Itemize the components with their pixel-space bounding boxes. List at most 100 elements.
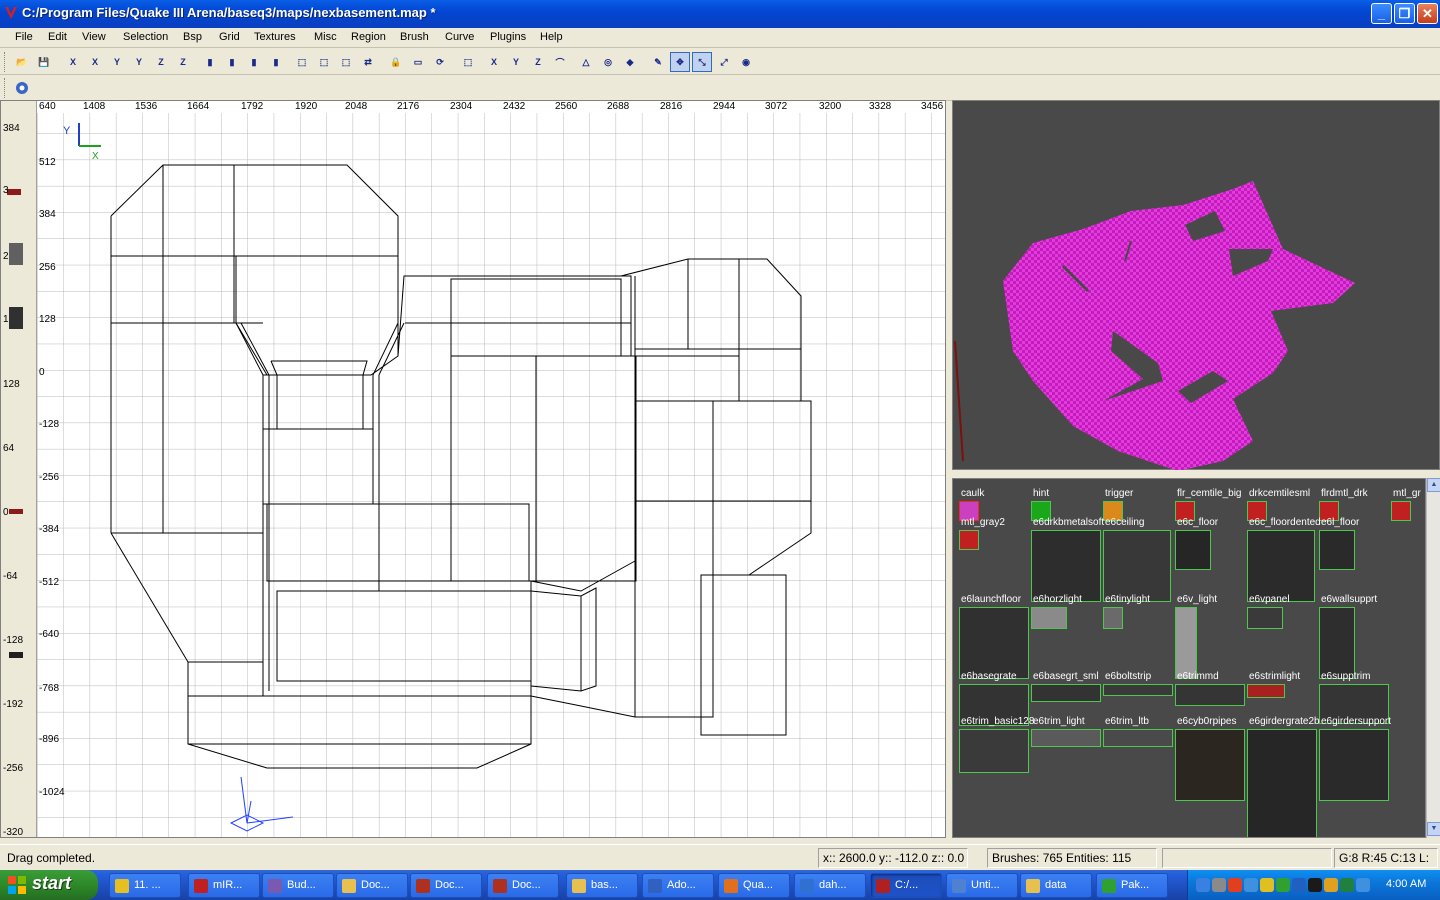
patch-cylinder-icon[interactable]: ◎ xyxy=(598,52,618,72)
texture-thumbnail[interactable] xyxy=(959,729,1029,773)
texture-thumbnail[interactable] xyxy=(1319,729,1389,801)
texture-thumbnail[interactable] xyxy=(1103,684,1173,696)
taskbar-button[interactable]: Pak... xyxy=(1096,873,1168,898)
close-button[interactable]: ✕ xyxy=(1417,3,1438,24)
texture-thumbnail[interactable] xyxy=(1103,729,1173,747)
window-titlebar[interactable]: C:/Program Files/Quake III Arena/baseq3/… xyxy=(0,0,1440,28)
texture-thumbnail[interactable] xyxy=(1247,607,1283,629)
texture-thumbnail[interactable] xyxy=(1319,530,1355,570)
tray-icon[interactable] xyxy=(1308,878,1322,892)
tray-icon[interactable] xyxy=(1196,878,1210,892)
camera-3d-view[interactable] xyxy=(952,100,1440,471)
xy-grid-view[interactable]: Y X 512 384 256 128 0 -128 -256 -384 -512 -640 -76… xyxy=(0,100,946,838)
clock[interactable]: 4:00 AM xyxy=(1386,878,1426,890)
menu-edit[interactable]: Edit xyxy=(48,31,67,43)
flip-y-icon[interactable]: Y xyxy=(107,52,127,72)
menu-selection[interactable]: Selection xyxy=(123,31,168,43)
taskbar-button[interactable]: Ado... xyxy=(642,873,714,898)
scroll-down-icon[interactable]: ▼ xyxy=(1427,822,1440,836)
menu-textures[interactable]: Textures xyxy=(254,31,296,43)
toolbar-grip[interactable] xyxy=(4,52,7,72)
taskbar-button[interactable]: Doc... xyxy=(487,873,559,898)
taskbar-button[interactable]: Bud... xyxy=(262,873,334,898)
clip-icon[interactable]: ▮ xyxy=(266,52,286,72)
texture-thumbnail[interactable] xyxy=(1247,684,1285,698)
patch-sphere-icon[interactable]: ◆ xyxy=(620,52,640,72)
flip-z-icon[interactable]: Z xyxy=(151,52,171,72)
menu-curve[interactable]: Curve xyxy=(445,31,474,43)
menu-file[interactable]: File xyxy=(15,31,33,43)
view-y-icon[interactable]: Y xyxy=(506,52,526,72)
rotate-y-icon[interactable]: Y xyxy=(129,52,149,72)
taskbar-button[interactable]: dah... xyxy=(794,873,866,898)
tray-icon[interactable] xyxy=(1244,878,1258,892)
taskbar-button[interactable]: mIR... xyxy=(188,873,260,898)
texture-thumbnail[interactable] xyxy=(1175,530,1211,570)
rotate-x-icon[interactable]: X xyxy=(85,52,105,72)
select-touching-icon[interactable]: ⬚ xyxy=(314,52,334,72)
view-z-icon[interactable]: Z xyxy=(528,52,548,72)
tray-icon[interactable] xyxy=(1292,878,1306,892)
texture-browser[interactable]: caulk hint trigger flr_cemtile_big drkcemtil… xyxy=(952,478,1426,838)
menu-grid[interactable]: Grid xyxy=(219,31,240,43)
tray-icon[interactable] xyxy=(1340,878,1354,892)
taskbar-button[interactable]: Qua... xyxy=(718,873,790,898)
menu-help[interactable]: Help xyxy=(540,31,563,43)
start-button[interactable]: start xyxy=(0,870,98,900)
texture-thumbnail[interactable] xyxy=(1175,729,1245,801)
texture-thumbnail[interactable] xyxy=(1103,530,1171,602)
select-inside-icon[interactable]: ⬚ xyxy=(336,52,356,72)
taskbar-button[interactable]: data xyxy=(1020,873,1092,898)
patch-cone-icon[interactable]: △ xyxy=(576,52,596,72)
patch-tool-icon[interactable]: ✎ xyxy=(648,52,668,72)
texture-thumbnail[interactable] xyxy=(1175,607,1197,679)
texture-thumbnail[interactable] xyxy=(959,530,979,550)
z-ruler[interactable]: 384 3 2 1 128 64 0 -64 -128 -192 -256 -320 xyxy=(1,101,37,837)
change-views-icon[interactable]: ⇄ xyxy=(358,52,378,72)
menu-brush[interactable]: Brush xyxy=(400,31,429,43)
tray-icon[interactable] xyxy=(1276,878,1290,892)
plugin-gear-icon[interactable] xyxy=(12,78,32,98)
open-icon[interactable]: 📂 xyxy=(12,52,32,72)
plugin-toolbar-grip[interactable] xyxy=(4,78,7,98)
drag-edges-icon[interactable]: ✥ xyxy=(670,52,690,72)
tray-icon[interactable] xyxy=(1260,878,1274,892)
texture-thumbnail[interactable] xyxy=(1175,684,1245,706)
patch-bevel-icon[interactable]: ⌒ xyxy=(550,52,570,72)
maximize-button[interactable]: ❐ xyxy=(1394,3,1415,24)
texture-thumbnail[interactable] xyxy=(1031,729,1101,747)
flip-x-icon[interactable]: X xyxy=(63,52,83,72)
save-icon[interactable]: 💾 xyxy=(34,52,54,72)
scroll-up-icon[interactable]: ▲ xyxy=(1427,478,1440,492)
taskbar-button[interactable]: 11. ... xyxy=(109,873,181,898)
texture-thumbnail[interactable] xyxy=(1031,684,1101,702)
texture-thumbnail[interactable] xyxy=(1247,729,1317,837)
views-splitter[interactable] xyxy=(952,470,1440,478)
drag-vertices-icon[interactable]: ⤡ xyxy=(692,52,712,72)
rotate-z-icon[interactable]: Z xyxy=(173,52,193,72)
texture-thumbnail[interactable] xyxy=(1247,530,1315,602)
texture-scrollbar[interactable]: ▲ ▼ xyxy=(1426,478,1440,838)
menu-bsp[interactable]: Bsp xyxy=(183,31,202,43)
entity-icon[interactable]: ◉ xyxy=(736,52,756,72)
texture-thumbnail[interactable] xyxy=(959,607,1029,679)
camera-icon[interactable]: ▭ xyxy=(408,52,428,72)
minimize-button[interactable]: _ xyxy=(1371,3,1392,24)
texture-thumbnail[interactable] xyxy=(1391,501,1411,521)
texture-thumbnail[interactable] xyxy=(1103,607,1123,629)
grid-canvas[interactable]: Y X 5123842561280-128-256-384-512-640-76… xyxy=(1,101,946,838)
taskbar-button[interactable]: Unti... xyxy=(946,873,1018,898)
taskbar-button[interactable]: bas... xyxy=(566,873,638,898)
menu-misc[interactable]: Misc xyxy=(314,31,337,43)
menu-region[interactable]: Region xyxy=(351,31,386,43)
csg-hollow-icon[interactable]: ▮ xyxy=(244,52,264,72)
taskbar-button[interactable]: Doc... xyxy=(410,873,482,898)
csg-subtract-icon[interactable]: ▮ xyxy=(200,52,220,72)
select-complete-icon[interactable]: ⬚ xyxy=(292,52,312,72)
view-x-icon[interactable]: X xyxy=(484,52,504,72)
csg-merge-icon[interactable]: ▮ xyxy=(222,52,242,72)
texture-thumbnail[interactable] xyxy=(1031,530,1101,602)
tray-icon[interactable] xyxy=(1324,878,1338,892)
taskbar-button[interactable]: C:/... xyxy=(870,873,942,898)
tray-icon[interactable] xyxy=(1212,878,1226,892)
